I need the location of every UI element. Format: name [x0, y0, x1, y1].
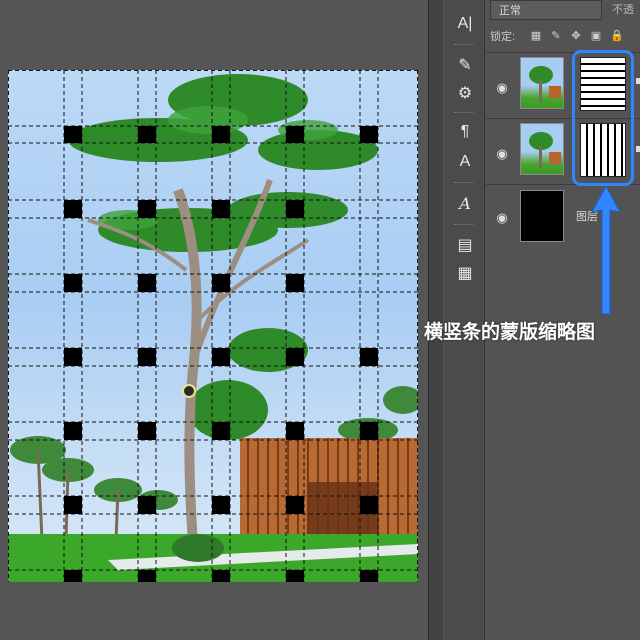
brush-adjust-icon[interactable]: ⚙ — [452, 82, 478, 106]
tool-divider — [454, 112, 474, 113]
eye-icon[interactable]: ◉ — [494, 81, 510, 94]
link-marker — [636, 146, 640, 152]
move-lock-icon[interactable]: ✥ — [570, 30, 582, 42]
link-marker — [636, 78, 640, 84]
eye-icon[interactable]: ◉ — [494, 211, 510, 224]
notes-icon[interactable]: ▦ — [452, 262, 478, 286]
char-style-icon[interactable]: A — [452, 150, 478, 174]
glyph-icon[interactable]: A — [452, 192, 478, 216]
blend-mode-value: 正常 — [499, 5, 521, 17]
blend-mode-dropdown[interactable]: 正常 — [490, 0, 602, 20]
selection-grid-overlay — [8, 70, 418, 582]
brush-lock-icon[interactable]: ✎ — [550, 30, 562, 42]
paragraph-icon[interactable]: ¶ — [452, 120, 478, 144]
brush-icon[interactable]: ✎ — [452, 54, 478, 78]
tool-divider — [454, 224, 474, 225]
tool-divider — [454, 182, 474, 183]
artboard-lock-icon[interactable]: ▣ — [590, 30, 602, 42]
opacity-label: 不透 — [612, 4, 634, 16]
text-vertical-icon[interactable]: A| — [452, 12, 478, 36]
lock-icon[interactable]: 🔒 — [610, 30, 624, 42]
annotation-label: 横竖条的蒙版缩略图 — [424, 321, 596, 343]
eye-icon[interactable]: ◉ — [494, 147, 510, 160]
brush-cursor-icon — [182, 384, 196, 398]
layer-thumbnail — [520, 190, 564, 242]
layer-thumbnail — [520, 57, 564, 109]
annotation-arrow-icon — [591, 186, 621, 315]
tool-divider — [454, 44, 474, 45]
mask-highlight-box — [572, 50, 634, 186]
properties-icon[interactable]: ▤ — [452, 234, 478, 258]
document-canvas[interactable] — [8, 70, 418, 582]
layer-thumbnail — [520, 123, 564, 175]
checker-lock-icon[interactable]: ▦ — [530, 30, 542, 42]
canvas-area — [0, 0, 428, 640]
lock-label: 锁定: — [490, 31, 516, 43]
